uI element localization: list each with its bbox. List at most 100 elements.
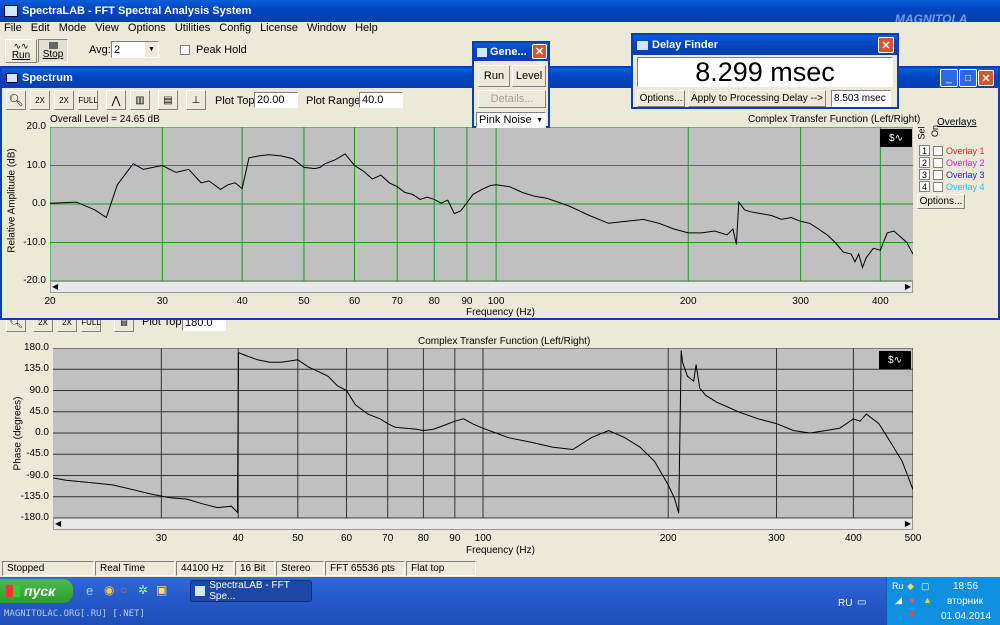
quicklaunch-opera-icon[interactable]: ○	[120, 583, 127, 597]
taskbar-spectralab-button[interactable]: SpectraLAB - FFT Spe...	[190, 580, 312, 602]
zoom-in-2x-button[interactable]: 2X	[30, 90, 50, 110]
generator-close-button[interactable]: ✕	[532, 44, 547, 59]
minimize-button[interactable]: _	[940, 69, 958, 87]
phase-plot-top-input[interactable]: 180.0	[182, 320, 226, 331]
phase-zoom-in-button[interactable]: 2X	[33, 320, 53, 332]
menu-mode[interactable]: Mode	[59, 22, 87, 37]
zoom-out-2x-button[interactable]: 2X	[54, 90, 74, 110]
overlay-select-2[interactable]: 2	[919, 157, 930, 168]
tray-network-icon[interactable]: ▢	[921, 581, 930, 592]
phase-scroll-left-icon[interactable]: ◀	[55, 519, 61, 528]
scroll-left-icon[interactable]: ◀	[52, 282, 58, 291]
overlay-checkbox-3[interactable]	[933, 169, 943, 180]
menu-help[interactable]: Help	[355, 22, 378, 37]
stop-button[interactable]: Stop	[38, 39, 68, 63]
cursor-icon[interactable]: ⊥	[186, 90, 206, 110]
status-state: Stopped	[2, 561, 94, 576]
zoom-full-button[interactable]: FULL	[78, 90, 98, 110]
phase-chart	[53, 348, 913, 518]
phase-scroll-right-icon[interactable]: ▶	[905, 519, 911, 528]
phase-scrollbar[interactable]: ◀ ▶	[53, 518, 913, 530]
overlay-row-4[interactable]: 4 Overlay 4	[919, 181, 985, 192]
scroll-right-icon[interactable]: ▶	[905, 282, 911, 291]
keyboard-icon[interactable]: ▭	[857, 597, 866, 608]
table-icon[interactable]: ▤	[158, 90, 178, 110]
spectralab-task-icon	[195, 586, 206, 596]
peak-hold-checkbox[interactable]	[180, 45, 190, 55]
avg-select[interactable]: 2 ▼	[111, 41, 159, 58]
quicklaunch-chrome-icon[interactable]: ◉	[104, 583, 114, 597]
menu-edit[interactable]: Edit	[31, 22, 50, 37]
phase-zoom-out-button[interactable]: 2X	[57, 320, 77, 332]
zoom-icon[interactable]: 🔍︎	[6, 90, 26, 110]
bars-icon[interactable]: ▥	[130, 90, 150, 110]
overlay-select-4[interactable]: 4	[919, 181, 930, 192]
overlays-title: Overlays	[937, 117, 977, 128]
language-indicator[interactable]: RU	[838, 598, 852, 609]
x-tick-label: 100	[487, 296, 505, 307]
overlay-row-3[interactable]: 3 Overlay 3	[919, 169, 985, 180]
menu-options[interactable]: Options	[128, 22, 166, 37]
tray-power-icon[interactable]: ■	[909, 609, 914, 619]
phase-table-icon[interactable]: ▤	[114, 320, 134, 332]
tray-update-icon[interactable]: ▲	[923, 595, 932, 605]
menu-utilities[interactable]: Utilities	[175, 22, 210, 37]
phase-y-axis-label: Phase (degrees)	[12, 396, 24, 471]
delay-options-button[interactable]: Options...	[637, 90, 685, 107]
x-tick-label: 60	[348, 296, 361, 307]
generator-details-button[interactable]: Details...	[478, 90, 546, 108]
overlay-row-1[interactable]: 1 Overlay 1	[919, 145, 985, 156]
overlay-checkbox-1[interactable]	[933, 145, 943, 156]
overlay-row-2[interactable]: 2 Overlay 2	[919, 157, 985, 168]
x-tick-label: 80	[417, 533, 429, 544]
y-tick-label: 20.0	[26, 121, 46, 132]
noise-type-select[interactable]: Pink Noise ▼	[476, 112, 546, 128]
plot-top-input[interactable]: 20.00	[254, 92, 298, 108]
plot-range-label: Plot Range:	[306, 95, 364, 107]
menu-view[interactable]: View	[95, 22, 119, 37]
delay-finder-close-button[interactable]: ✕	[878, 37, 894, 53]
tray-volume-icon[interactable]: ◢	[895, 595, 902, 606]
tray-lang-indicator[interactable]: Ru	[892, 581, 904, 591]
quicklaunch-folder-icon[interactable]: ▣	[156, 583, 167, 597]
menu-license[interactable]: License	[260, 22, 298, 37]
generator-run-button[interactable]: Run	[478, 65, 510, 87]
run-button[interactable]: ∿∿ Run	[5, 39, 37, 63]
apply-delay-button[interactable]: Apply to Processing Delay -->	[688, 90, 826, 107]
menu-window[interactable]: Window	[307, 22, 346, 37]
generator-level-button[interactable]: Level	[512, 65, 546, 87]
x-tick-label: 200	[679, 296, 697, 307]
amplitude-x-axis-label: Frequency (Hz)	[466, 307, 535, 318]
quicklaunch-ie-icon[interactable]: e	[86, 583, 93, 598]
overlays-options-button[interactable]: Options...	[917, 194, 965, 209]
x-tick-label: 40	[232, 533, 244, 544]
maximize-button[interactable]: □	[959, 69, 977, 87]
plot-range-input[interactable]: 40.0	[359, 92, 403, 108]
overlay-select-1[interactable]: 1	[919, 145, 930, 156]
menu-file[interactable]: File	[4, 22, 22, 37]
quicklaunch-app-icon[interactable]: ✲	[138, 583, 148, 597]
clock-time[interactable]: 18:56	[953, 581, 978, 592]
spectrum-close-button[interactable]: ✕	[978, 70, 994, 86]
amplitude-scrollbar[interactable]: ◀ ▶	[50, 281, 913, 293]
phase-zoom-icon[interactable]: 🔍︎	[6, 320, 26, 332]
overlay-select-3[interactable]: 3	[919, 169, 930, 180]
x-tick-label: 30	[155, 533, 167, 544]
start-button[interactable]: пуск	[0, 579, 73, 603]
delay-finder-icon	[637, 40, 648, 50]
x-tick-label: 300	[768, 533, 785, 544]
status-bits: 16 Bit	[235, 561, 275, 576]
applied-delay-value: 8.503 msec	[831, 90, 891, 107]
tray-antivirus-icon[interactable]: ●	[909, 595, 914, 605]
x-tick-label: 90	[449, 533, 461, 544]
clock-day: вторник	[947, 596, 984, 607]
phase-zoom-full-button[interactable]: FULL	[81, 320, 101, 332]
y-tick-label: -135.0	[20, 490, 49, 502]
tray-shield-icon[interactable]: ◆	[907, 581, 914, 592]
peak-icon[interactable]: ⋀	[106, 90, 126, 110]
amplitude-legend-icon: $∿	[880, 129, 912, 147]
overlay-checkbox-4[interactable]	[933, 181, 943, 192]
overlay-checkbox-2[interactable]	[933, 157, 943, 168]
x-tick-label: 50	[292, 533, 304, 544]
menu-config[interactable]: Config	[219, 22, 251, 37]
